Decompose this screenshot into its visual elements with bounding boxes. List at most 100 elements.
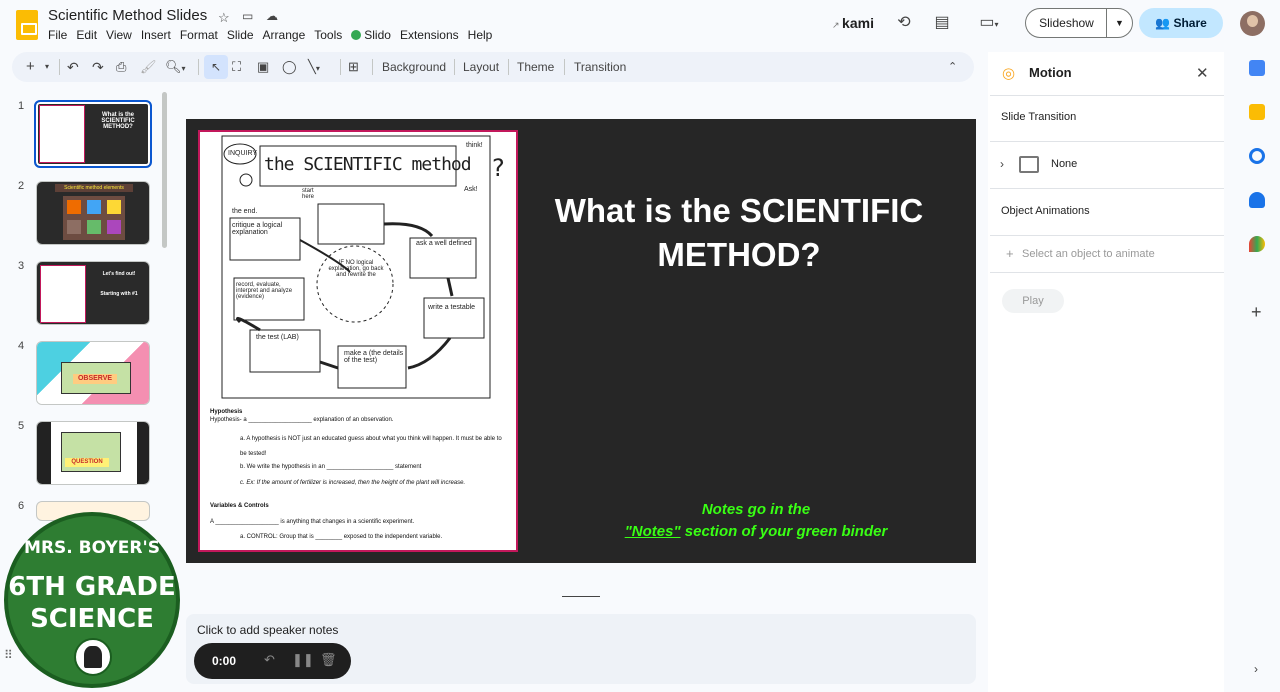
doc-step: make a (the details of the test) xyxy=(344,350,404,364)
keep-icon[interactable] xyxy=(1249,104,1265,120)
menu-file[interactable]: File xyxy=(48,28,74,42)
motion-panel xyxy=(988,52,1224,692)
thumb-title: Let's find out! xyxy=(102,271,136,277)
menu-edit[interactable]: Edit xyxy=(76,28,104,42)
expand-chevron-icon[interactable]: › xyxy=(1000,157,1004,171)
avatar[interactable] xyxy=(1240,11,1265,36)
undo-icon[interactable]: ↶ xyxy=(67,52,79,82)
menu-view[interactable]: View xyxy=(106,28,139,42)
new-slide-layout-chevron-icon[interactable]: ▾ xyxy=(45,52,49,82)
slideshow-button[interactable]: Slideshow xyxy=(1025,8,1107,38)
doc-step: critique a logical explanation xyxy=(232,222,283,236)
slide-number: 6 xyxy=(18,500,25,512)
line-icon[interactable]: ╲▾ xyxy=(308,52,320,82)
tasks-icon[interactable] xyxy=(1249,148,1265,164)
version-history-icon[interactable]: ⟲ xyxy=(893,12,915,34)
menu-insert[interactable]: Insert xyxy=(141,28,178,42)
slide-thumbnail-2[interactable]: Scientific method elements xyxy=(36,181,150,245)
doc-title[interactable]: Scientific Method Slides xyxy=(48,7,207,24)
recording-timer: 0:00 xyxy=(212,654,237,668)
theme-button[interactable]: Theme xyxy=(517,52,554,82)
menu-arrange[interactable]: Arrange xyxy=(263,28,313,42)
menu-slido[interactable]: Slido xyxy=(351,28,398,42)
doc-end: the end. xyxy=(232,208,258,215)
kami-icon: ↗ xyxy=(832,20,843,30)
doc-tag: INQUIRY xyxy=(228,150,258,157)
new-slide-icon[interactable]: + xyxy=(26,52,35,82)
menu-slide[interactable]: Slide xyxy=(227,28,261,42)
trash-icon[interactable]: 🗑 xyxy=(320,652,337,668)
get-addons-icon[interactable]: + xyxy=(1251,302,1262,323)
doc-text: Hypothesis- a ___________________ explan… xyxy=(210,417,394,423)
transition-button[interactable]: Transition xyxy=(574,52,626,82)
doc-text: Variables & Controls xyxy=(210,503,269,509)
slide-note-text[interactable]: Notes go in the "Notes" section of your … xyxy=(566,499,946,543)
restart-icon[interactable]: ↶ xyxy=(264,652,275,668)
kami-extension-button[interactable]: ↗ kami xyxy=(832,15,874,31)
notes-resize-handle[interactable] xyxy=(562,596,600,597)
paint-format-icon[interactable]: 🖌 xyxy=(140,52,157,82)
slide-thumbnail-3[interactable]: Let's find out! Starting with #1 xyxy=(36,261,150,325)
meet-video-icon[interactable]: ▭▾ xyxy=(972,12,1006,34)
contacts-icon[interactable] xyxy=(1249,192,1265,208)
slido-icon xyxy=(351,30,362,40)
menu-tools[interactable]: Tools xyxy=(314,28,349,42)
share-button[interactable]: 👥 Share xyxy=(1139,8,1223,38)
slideshow-options-chevron-icon[interactable]: ▼ xyxy=(1106,8,1133,38)
doc-step: write a testable xyxy=(428,304,476,311)
doc-think: think! xyxy=(466,142,483,149)
close-icon[interactable]: ✕ xyxy=(1196,64,1209,82)
notes-link-text: "Notes" xyxy=(624,523,681,540)
shape-icon[interactable]: ◯ xyxy=(282,52,297,82)
doc-text: c. Ex: If the amount of fertilizer is in… xyxy=(240,480,466,486)
grid-icon[interactable]: ⠿ xyxy=(4,648,13,662)
calendar-icon[interactable] xyxy=(1249,60,1265,76)
menu-format[interactable]: Format xyxy=(180,28,225,42)
motion-icon: ◎ xyxy=(1002,65,1016,82)
thumb-doc-image xyxy=(40,265,86,323)
worksheet-image[interactable]: ? INQUIRY the SCIENTIFIC method think! A… xyxy=(198,130,518,552)
collapse-side-panel-icon[interactable]: › xyxy=(1254,662,1258,676)
badge-line1: MRS. BOYER'S xyxy=(24,538,160,558)
slide-title[interactable]: What is the SCIENTIFIC METHOD? xyxy=(524,189,954,277)
thumb-doc-image xyxy=(39,105,85,163)
slides-logo-icon[interactable] xyxy=(16,10,38,40)
image-icon[interactable]: ▣ xyxy=(257,52,269,82)
print-icon[interactable]: ⎙ xyxy=(116,52,126,82)
select-frame-icon[interactable]: ⛶ xyxy=(232,52,241,82)
select-object-prompt: Select an object to animate xyxy=(1022,248,1155,260)
slide-thumbnail-5[interactable]: QUESTION xyxy=(36,421,150,485)
side-panel-apps: + › xyxy=(1236,52,1280,692)
comment-add-icon[interactable]: ⊞ xyxy=(348,52,359,82)
comments-icon[interactable]: ▤ xyxy=(931,12,953,34)
background-button[interactable]: Background xyxy=(382,52,446,82)
filmstrip-scrollbar[interactable] xyxy=(162,92,167,248)
thumb-title: Scientific method elements xyxy=(55,184,133,192)
collapse-toolbar-chevron-icon[interactable]: ⌃ xyxy=(948,52,957,82)
thumb-collage-image xyxy=(63,196,125,240)
doc-text: Hypothesis xyxy=(210,409,243,415)
move-folder-icon[interactable]: ▭ xyxy=(242,9,253,23)
doc-text: a. CONTROL: Group that is ________ expos… xyxy=(240,534,443,540)
slide-canvas[interactable]: ? INQUIRY the SCIENTIFIC method think! A… xyxy=(186,119,976,563)
maps-icon[interactable] xyxy=(1249,236,1265,252)
speaker-notes-placeholder[interactable]: Click to add speaker notes xyxy=(197,623,338,637)
teacher-logo-badge: MRS. BOYER'S 6TH GRADE SCIENCE xyxy=(4,512,180,688)
star-icon[interactable]: ☆ xyxy=(218,10,230,26)
pause-icon[interactable]: ❚❚ xyxy=(292,652,314,668)
select-cursor-icon[interactable]: ↖ xyxy=(204,55,228,79)
note-line1: Notes go in the xyxy=(701,501,811,518)
layout-button[interactable]: Layout xyxy=(463,52,499,82)
slide-thumbnail-4[interactable]: OBSERVE xyxy=(36,341,150,405)
slide-thumbnail-1[interactable]: What is the SCIENTIFIC METHOD? xyxy=(34,100,152,168)
menu-help[interactable]: Help xyxy=(468,28,500,42)
zoom-icon[interactable]: 🔍︎▾ xyxy=(165,52,186,82)
doc-text: A ___________________ is anything that c… xyxy=(210,519,415,525)
toolbar: + ▾ ↶ ↷ ⎙ 🖌 🔍︎▾ ↖ ⛶ ▣ ◯ ╲▾ ⊞ Background … xyxy=(12,52,974,82)
play-button[interactable]: Play xyxy=(1002,289,1064,313)
transition-value[interactable]: None xyxy=(1051,158,1077,170)
menu-extensions[interactable]: Extensions xyxy=(400,28,466,42)
doc-text: b. We write the hypothesis in an _______… xyxy=(240,464,422,470)
redo-icon[interactable]: ↷ xyxy=(92,52,104,82)
cloud-status-icon[interactable]: ☁ xyxy=(266,9,278,23)
